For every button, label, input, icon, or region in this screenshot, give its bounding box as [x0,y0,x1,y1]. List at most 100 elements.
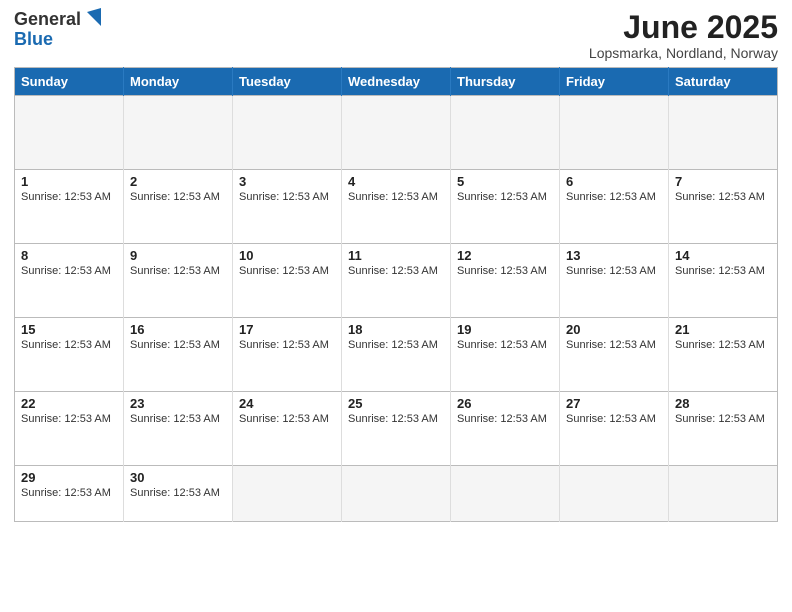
location: Lopsmarka, Nordland, Norway [589,45,778,61]
calendar-week-row: 8Sunrise: 12:53 AM9Sunrise: 12:53 AM10Su… [15,244,778,318]
col-sunday: Sunday [15,68,124,96]
table-row: 6 Sunrise: 12:53 AM [560,170,669,244]
day-number: 3 [239,174,335,189]
table-row [560,96,669,170]
calendar-week-row: 22Sunrise: 12:53 AM23Sunrise: 12:53 AM24… [15,392,778,466]
sunrise-info: Sunrise: 12:53 AM [566,413,662,425]
logo-icon [83,8,101,30]
table-row: 10Sunrise: 12:53 AM [233,244,342,318]
table-row: 26 Sunrise: 12:53 AM [451,392,560,466]
day-number: 7 [675,174,771,189]
day-number: 17 [239,322,335,337]
sunrise-info: Sunrise: 12:53 AM [348,265,444,277]
table-row: 3 Sunrise: 12:53 AM [233,170,342,244]
table-row: 15 Sunrise: 12:53 AM [15,318,124,392]
day-number: 19 [457,322,553,337]
table-row: 13 Sunrise: 12:53 AM [560,244,669,318]
sunrise-info: Sunrise: 12:53 AM [21,339,117,351]
sunrise-info: Sunrise: 12:53 AM [21,265,117,277]
sunrise-info: Sunrise: 12:53 AM [21,413,117,425]
table-row: 28 Sunrise: 12:53 AM [669,392,778,466]
sunrise-info: Sunrise: 12:53 AM [130,339,226,351]
page: General Blue June 2025 Lopsmarka, Nordla… [0,0,792,612]
day-number: 21 [675,322,771,337]
day-number: 2 [130,174,226,189]
table-row: 18Sunrise: 12:53 AM [342,318,451,392]
table-row: 12Sunrise: 12:53 AM [451,244,560,318]
sunrise-info: Sunrise: 12:53 AM [21,487,117,499]
table-row [15,96,124,170]
calendar-week-row [15,96,778,170]
day-number: 26 [457,396,553,411]
calendar-table: Sunday Monday Tuesday Wednesday Thursday… [14,67,778,522]
sunrise-info: Sunrise: 12:53 AM [348,413,444,425]
table-row [669,466,778,522]
sunrise-info: Sunrise: 12:53 AM [675,265,771,277]
day-number: 16 [130,322,226,337]
table-row: 19Sunrise: 12:53 AM [451,318,560,392]
table-row: 7 Sunrise: 12:53 AM [669,170,778,244]
day-number: 15 [21,322,117,337]
table-row [451,96,560,170]
table-row: 27 Sunrise: 12:53 AM [560,392,669,466]
day-number: 14 [675,248,771,263]
col-monday: Monday [124,68,233,96]
sunrise-info: Sunrise: 12:53 AM [130,487,226,499]
sunrise-info: Sunrise: 12:53 AM [457,191,553,203]
sunrise-info: Sunrise: 12:53 AM [21,191,117,203]
sunrise-info: Sunrise: 12:53 AM [348,191,444,203]
sunrise-info: Sunrise: 12:53 AM [566,191,662,203]
logo-text: General Blue [14,10,101,50]
calendar-week-row: 15 Sunrise: 12:53 AM 16 Sunrise: 12:53 AM 17… [15,318,778,392]
sunrise-info: Sunrise: 12:53 AM [566,339,662,351]
day-number: 1 [21,174,117,189]
sunrise-info: Sunrise: 12:53 AM [239,413,335,425]
table-row: 23Sunrise: 12:53 AM [124,392,233,466]
table-row [342,466,451,522]
sunrise-info: Sunrise: 12:53 AM [348,339,444,351]
sunrise-info: Sunrise: 12:53 AM [239,191,335,203]
sunrise-info: Sunrise: 12:53 AM [675,413,771,425]
table-row: 29 Sunrise: 12:53 AM [15,466,124,522]
table-row: 4Sunrise: 12:53 AM [342,170,451,244]
table-row: 9Sunrise: 12:53 AM [124,244,233,318]
calendar-week-row: 1 Sunrise: 12:53 AM 2 Sunrise: 12:53 AM 3 Sun… [15,170,778,244]
sunrise-info: Sunrise: 12:53 AM [675,339,771,351]
day-number: 23 [130,396,226,411]
calendar-header-row: Sunday Monday Tuesday Wednesday Thursday… [15,68,778,96]
logo-blue: Blue [14,30,101,50]
day-number: 6 [566,174,662,189]
sunrise-info: Sunrise: 12:53 AM [675,191,771,203]
logo: General Blue [14,10,101,50]
table-row: 22 Sunrise: 12:53 AM [15,392,124,466]
table-row: 11Sunrise: 12:53 AM [342,244,451,318]
title-block: June 2025 Lopsmarka, Nordland, Norway [589,10,778,61]
day-number: 29 [21,470,117,485]
day-number: 10 [239,248,335,263]
col-saturday: Saturday [669,68,778,96]
day-number: 30 [130,470,226,485]
day-number: 28 [675,396,771,411]
sunrise-info: Sunrise: 12:53 AM [457,413,553,425]
table-row [560,466,669,522]
table-row: 21 Sunrise: 12:53 AM [669,318,778,392]
day-number: 13 [566,248,662,263]
day-number: 12 [457,248,553,263]
day-number: 5 [457,174,553,189]
table-row: 14 Sunrise: 12:53 AM [669,244,778,318]
sunrise-info: Sunrise: 12:53 AM [566,265,662,277]
day-number: 22 [21,396,117,411]
table-row: 1 Sunrise: 12:53 AM [15,170,124,244]
table-row: 5 Sunrise: 12:53 AM [451,170,560,244]
table-row [233,96,342,170]
day-number: 8 [21,248,117,263]
table-row [233,466,342,522]
sunrise-info: Sunrise: 12:53 AM [130,191,226,203]
day-number: 27 [566,396,662,411]
col-tuesday: Tuesday [233,68,342,96]
table-row: 16 Sunrise: 12:53 AM [124,318,233,392]
day-number: 20 [566,322,662,337]
table-row [342,96,451,170]
day-number: 25 [348,396,444,411]
table-row: 8 Sunrise: 12:53 AM [15,244,124,318]
